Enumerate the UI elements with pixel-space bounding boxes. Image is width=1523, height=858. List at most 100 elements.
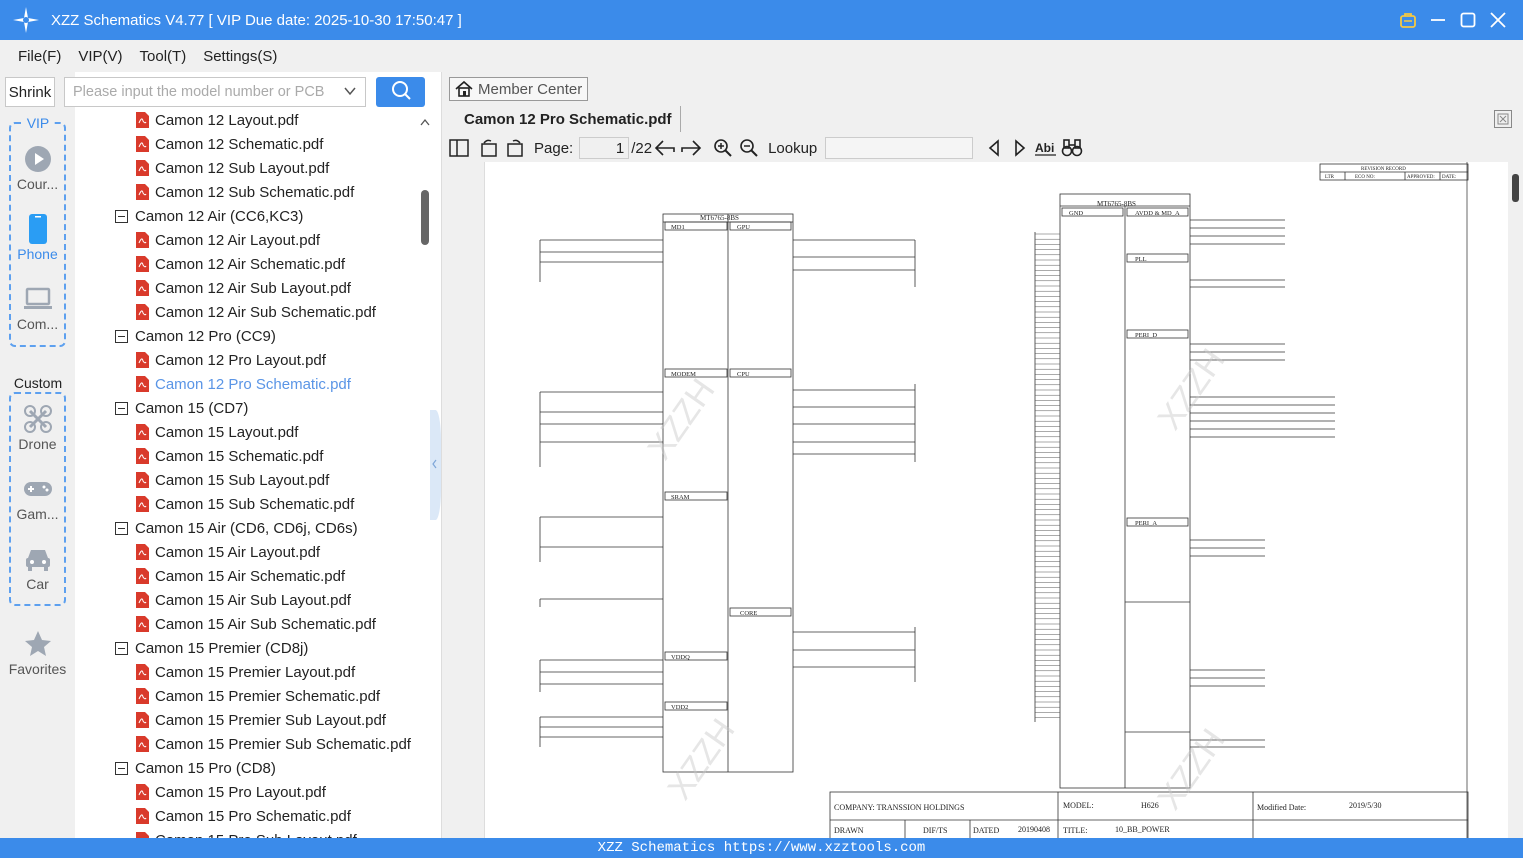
shrink-button[interactable]: Shrink (5, 77, 55, 107)
vip-group-title: VIP (24, 115, 52, 131)
menu-vip[interactable]: VIP(V) (78, 48, 122, 65)
pdf-file-icon (135, 712, 149, 728)
category-game[interactable]: Gam... (0, 472, 75, 522)
tree-file[interactable]: Camon 15 Pro Layout.pdf (135, 780, 326, 804)
viewer-toolbar: Page: 1 /22 Lookup Abi (441, 134, 1523, 162)
tree-folder[interactable]: Camon 15 Pro (CD8) (115, 756, 276, 780)
tree-file[interactable]: Camon 15 Air Layout.pdf (135, 540, 320, 564)
tree-item-label: Camon 12 Pro Layout.pdf (155, 351, 326, 369)
tree-file[interactable]: Camon 15 Air Sub Schematic.pdf (135, 612, 376, 636)
collapse-icon[interactable] (115, 521, 128, 535)
tree-file[interactable]: Camon 15 Sub Layout.pdf (135, 468, 329, 492)
viewer-scroll-thumb[interactable] (1512, 174, 1519, 202)
close-document-icon[interactable] (1494, 110, 1512, 128)
vip-bag-icon[interactable] (1393, 0, 1423, 40)
title-bar: XZZ Schematics V4.77 [ VIP Due date: 202… (0, 0, 1523, 40)
tree-file[interactable]: Camon 15 Premier Sub Layout.pdf (135, 708, 386, 732)
tree-folder[interactable]: Camon 15 Air (CD6, CD6j, CD6s) (115, 516, 358, 540)
category-drone[interactable]: Drone (0, 402, 75, 452)
tree-item-label: Camon 15 Premier Sub Schematic.pdf (155, 735, 411, 753)
tree-item-label: Camon 15 Pro (CD8) (135, 759, 276, 777)
tree-item-label: Camon 15 Premier Layout.pdf (155, 663, 356, 681)
tree-file[interactable]: Camon 15 Sub Schematic.pdf (135, 492, 354, 516)
tree-file[interactable]: Camon 15 Schematic.pdf (135, 444, 323, 468)
tree-file[interactable]: Camon 15 Premier Sub Schematic.pdf (135, 732, 411, 756)
match-case-icon[interactable]: Abi (1033, 136, 1059, 160)
tree-file[interactable]: Camon 12 Air Schematic.pdf (135, 252, 345, 276)
pdf-file-icon (135, 160, 149, 176)
minimize-icon[interactable] (1423, 0, 1453, 40)
pdf-file-icon (135, 376, 149, 392)
revision-col-eco: ECO NO: (1355, 175, 1375, 180)
scroll-up-icon[interactable] (419, 114, 431, 132)
document-tab[interactable]: Camon 12 Pro Schematic.pdf (449, 106, 681, 132)
tree-file[interactable]: Camon 15 Air Schematic.pdf (135, 564, 345, 588)
tree-file[interactable]: Camon 15 Premier Layout.pdf (135, 660, 355, 684)
find-previous-icon[interactable] (981, 136, 1007, 160)
collapse-icon[interactable] (115, 641, 128, 655)
search-input[interactable]: Please input the model number or PCB (64, 77, 366, 107)
tree-file[interactable]: Camon 12 Air Layout.pdf (135, 228, 320, 252)
collapse-icon[interactable] (115, 761, 128, 775)
tree-file[interactable]: Camon 15 Pro Schematic.pdf (135, 804, 351, 828)
sidebar-toggle-icon[interactable] (446, 136, 472, 160)
page-number-input[interactable]: 1 (579, 137, 630, 159)
category-computer[interactable]: Com... (0, 282, 75, 332)
pdf-file-icon (135, 112, 149, 128)
tree-scroll-thumb[interactable] (421, 190, 429, 245)
tree-file[interactable]: Camon 15 Layout.pdf (135, 420, 298, 444)
member-center-button[interactable]: Member Center (449, 77, 588, 101)
tree-item-label: Camon 12 Air Sub Schematic.pdf (155, 303, 376, 321)
tree-folder[interactable]: Camon 12 Air (CC6,KC3) (115, 204, 303, 228)
category-courses[interactable]: Cour... (0, 142, 75, 192)
pdf-page[interactable]: MT6765-8BS MT6765-8BS MD1 GPU MODEM CPU … (484, 162, 1508, 838)
pdf-file-icon (135, 664, 149, 680)
category-car[interactable]: Car (0, 542, 75, 592)
tree-folder[interactable]: Camon 15 Premier (CD8j) (115, 636, 308, 660)
tree-file[interactable]: Camon 12 Schematic.pdf (135, 132, 323, 156)
tree-file[interactable]: Camon 12 Layout.pdf (135, 110, 298, 132)
collapse-icon[interactable] (115, 209, 128, 223)
pdf-file-icon (135, 136, 149, 152)
binoculars-icon[interactable] (1059, 136, 1085, 160)
tree-file[interactable]: Camon 12 Pro Layout.pdf (135, 348, 326, 372)
watermark-2: XZZH (660, 712, 742, 807)
next-page-icon[interactable] (678, 136, 704, 160)
collapse-icon[interactable] (115, 329, 128, 343)
category-favorites[interactable]: Favorites (0, 627, 75, 677)
tree-item-label: Camon 12 Air Sub Layout.pdf (155, 279, 351, 297)
tree-file[interactable]: Camon 15 Air Sub Layout.pdf (135, 588, 351, 612)
panel-collapse-handle[interactable] (430, 410, 441, 520)
find-next-icon[interactable] (1007, 136, 1033, 160)
chevron-down-icon[interactable] (343, 84, 357, 102)
collapse-icon[interactable] (115, 401, 128, 415)
tree-file[interactable]: Camon 12 Sub Schematic.pdf (135, 180, 354, 204)
category-phone[interactable]: Phone (0, 212, 75, 262)
zoom-out-icon[interactable] (736, 136, 762, 160)
tree-file[interactable]: Camon 12 Sub Layout.pdf (135, 156, 329, 180)
search-button[interactable] (376, 77, 425, 107)
menu-settings[interactable]: Settings(S) (203, 48, 277, 65)
rotate-left-icon[interactable] (476, 136, 502, 160)
rotate-right-icon[interactable] (502, 136, 528, 160)
viewer-scrollbar[interactable] (1508, 162, 1523, 838)
tree-folder[interactable]: Camon 15 (CD7) (115, 396, 248, 420)
menu-file[interactable]: File(F) (18, 48, 61, 65)
block-cpu: CPU (737, 371, 750, 378)
home-icon (454, 80, 474, 98)
category-favorites-label: Favorites (8, 661, 67, 677)
zoom-in-icon[interactable] (710, 136, 736, 160)
close-icon[interactable] (1483, 0, 1513, 40)
tree-file[interactable]: Camon 12 Air Sub Layout.pdf (135, 276, 351, 300)
menu-tool[interactable]: Tool(T) (140, 48, 187, 65)
tree-file[interactable]: Camon 12 Pro Schematic.pdf (135, 372, 351, 396)
tree-folder[interactable]: Camon 12 Pro (CC9) (115, 324, 276, 348)
lookup-input[interactable] (825, 137, 974, 159)
previous-page-icon[interactable] (652, 136, 678, 160)
tree-file[interactable]: Camon 12 Air Sub Schematic.pdf (135, 300, 376, 324)
tree-file[interactable]: Camon 15 Premier Schematic.pdf (135, 684, 380, 708)
category-phone-label: Phone (17, 246, 58, 262)
pdf-file-icon (135, 232, 149, 248)
maximize-icon[interactable] (1453, 0, 1483, 40)
tree-file[interactable]: Camon 15 Pro Sub Layout.pdf (135, 828, 357, 838)
